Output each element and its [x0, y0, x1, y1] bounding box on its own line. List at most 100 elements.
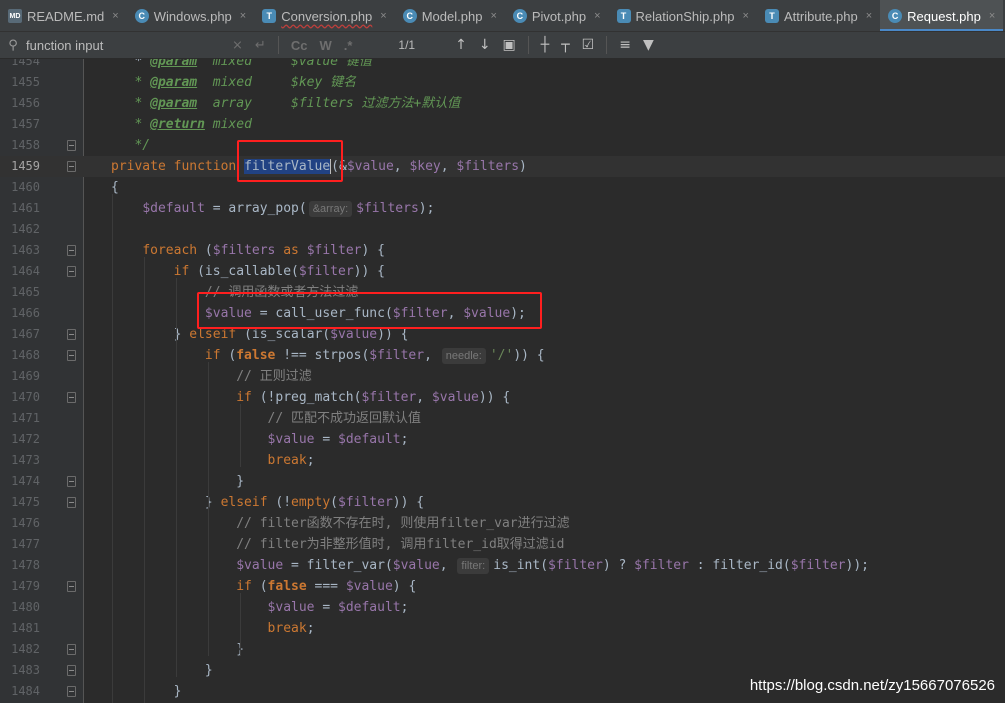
tab-conversion-php[interactable]: T Conversion.php × — [254, 0, 395, 31]
fold-marker-icon[interactable] — [67, 497, 76, 508]
line-number: 1469 — [11, 369, 40, 383]
code-token: // 正则过滤 — [236, 369, 312, 384]
code-token: $filter — [790, 558, 846, 573]
match-case-toggle[interactable]: Cc — [291, 38, 308, 53]
regex-toggle[interactable]: .* — [344, 38, 353, 53]
code-token: ) ? — [602, 558, 635, 573]
close-tab-icon[interactable]: × — [989, 10, 995, 22]
code-token: $filter — [369, 348, 425, 363]
code-token: } — [111, 474, 245, 489]
line-number: 1481 — [11, 621, 40, 635]
code-token: (is_scalar( — [236, 327, 331, 342]
code-text: if (is_callable($filter)) { — [111, 261, 385, 282]
fold-marker-icon[interactable] — [67, 581, 76, 592]
line-number: 1470 — [11, 390, 40, 404]
tab-pivot-php[interactable]: C Pivot.php × — [505, 0, 609, 31]
code-token: @param — [150, 96, 198, 111]
markdown-file-icon: MD — [8, 9, 22, 23]
php-file-icon: C — [512, 9, 527, 23]
fold-marker-icon[interactable] — [67, 350, 76, 361]
close-tab-icon[interactable]: × — [743, 10, 749, 22]
code-token: = array_pop( — [204, 201, 307, 216]
code-text: * @param mixed $value 键值 — [111, 59, 372, 72]
code-line: 1455 * @param mixed $key 键名 — [0, 72, 1005, 93]
add-occurrence-icon[interactable]: ┼ — [541, 37, 549, 53]
fold-marker-icon[interactable] — [67, 644, 76, 655]
code-token: , — [439, 558, 456, 573]
fold-marker-icon[interactable] — [67, 392, 76, 403]
search-input[interactable]: function input — [26, 38, 226, 53]
code-text: foreach ($filters as $filter) { — [111, 240, 385, 261]
fold-marker-icon[interactable] — [67, 686, 76, 697]
code-token: )) { — [353, 264, 385, 279]
search-icon[interactable]: ⚲ — [0, 37, 26, 53]
code-token: )); — [845, 558, 869, 573]
code-token: if — [173, 264, 190, 279]
line-number: 1456 — [11, 96, 40, 110]
code-token: )) { — [478, 390, 511, 405]
code-text: } — [111, 681, 182, 702]
tab-relationship-php[interactable]: T RelationShip.php × — [609, 0, 757, 31]
fold-marker-icon[interactable] — [67, 140, 76, 151]
fold-marker-icon[interactable] — [67, 329, 76, 340]
fold-marker-icon[interactable] — [67, 266, 76, 277]
close-tab-icon[interactable]: × — [594, 10, 600, 22]
code-token: as — [275, 243, 307, 258]
close-tab-icon[interactable]: × — [240, 10, 246, 22]
open-in-window-icon[interactable]: ▣ — [503, 37, 516, 53]
tab-label: Request.php — [907, 8, 981, 24]
code-token: = — [314, 432, 338, 447]
code-editor[interactable]: 1454 * @param mixed $value 键值 1455 * @par… — [0, 59, 1005, 703]
code-token: (is_callable( — [189, 264, 299, 279]
tab-windows-php[interactable]: C Windows.php × — [127, 0, 254, 31]
code-token: $filter — [634, 558, 689, 573]
find-options-icon[interactable]: ≡ — [619, 37, 631, 53]
filter-icon[interactable]: ▼ — [643, 37, 654, 53]
code-token: @param — [150, 75, 198, 90]
code-token: ) { — [392, 579, 417, 594]
tab-attribute-php[interactable]: T Attribute.php × — [757, 0, 880, 31]
code-token: ); — [418, 201, 435, 216]
previous-occurrence-icon[interactable]: ↑ — [455, 37, 467, 53]
line-number: 1478 — [11, 558, 40, 572]
code-token: $filters — [356, 201, 419, 216]
tab-request-php[interactable]: C Request.php × — [880, 0, 1004, 31]
clear-search-icon[interactable]: ⨯ — [232, 38, 243, 53]
whole-word-toggle[interactable]: W — [319, 38, 331, 53]
close-tab-icon[interactable]: × — [490, 10, 496, 22]
close-tab-icon[interactable]: × — [380, 10, 386, 22]
code-text: */ — [111, 135, 150, 156]
separator — [527, 36, 529, 54]
code-token: } — [111, 642, 245, 657]
remove-occurrence-icon[interactable]: ┬ — [561, 37, 569, 53]
code-token: ; — [400, 432, 409, 447]
close-tab-icon[interactable]: × — [866, 10, 872, 22]
fold-marker-icon[interactable] — [67, 476, 76, 487]
code-line: 1458 */ — [0, 135, 1005, 156]
code-token: false — [236, 348, 276, 363]
search-history-icon[interactable]: ↵ — [255, 38, 266, 53]
code-token: mixed $value 键值 — [197, 59, 372, 69]
code-line: 1463 foreach ($filters as $filter) { — [0, 240, 1005, 261]
code-token: break — [267, 621, 307, 636]
fold-marker-icon[interactable] — [67, 665, 76, 676]
fold-marker-icon[interactable] — [67, 245, 76, 256]
next-occurrence-icon[interactable]: ↓ — [479, 37, 491, 53]
code-token: empty — [291, 495, 331, 510]
tab-readme-md[interactable]: MD README.md × — [0, 0, 127, 31]
code-token: if — [204, 348, 221, 363]
close-tab-icon[interactable]: × — [112, 10, 118, 22]
fold-marker-icon[interactable] — [67, 161, 76, 172]
code-text: break; — [111, 450, 315, 471]
line-number: 1482 — [11, 642, 40, 656]
code-text: break; — [111, 618, 315, 639]
editor-tab-bar: MD README.md × C Windows.php × T Conversion.php… — [0, 0, 1005, 32]
tab-model-php[interactable]: C Model.php × — [395, 0, 505, 31]
select-all-occurrences-icon[interactable]: ☑ — [582, 37, 595, 53]
